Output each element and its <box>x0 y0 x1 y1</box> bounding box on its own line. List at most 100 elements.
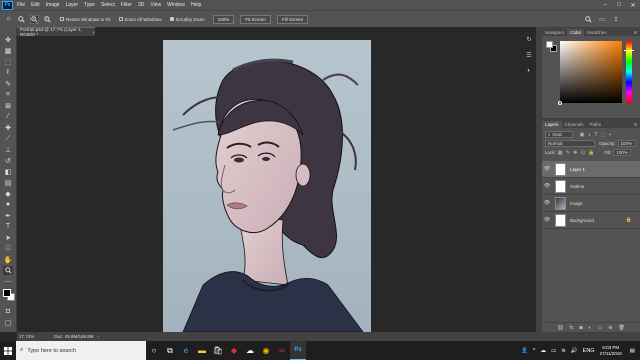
workspace-icon[interactable]: ▭ <box>598 15 606 23</box>
volume-icon[interactable]: 🔊 <box>571 348 578 354</box>
lasso-tool-icon[interactable]: ℓ <box>3 68 13 77</box>
zoom-tool-icon[interactable] <box>17 15 26 24</box>
filter-smart-icon[interactable]: ▪ <box>607 132 613 138</box>
move-tool-icon[interactable]: ✥ <box>3 35 13 44</box>
adjustments-panel-icon[interactable]: ◐ <box>524 66 534 76</box>
canvas-area[interactable] <box>17 36 536 332</box>
new-group-icon[interactable]: ▭ <box>598 325 603 331</box>
menu-type[interactable]: Type <box>84 2 95 8</box>
scrubby-zoom-checkbox[interactable]: Scrubby Zoom <box>169 17 205 22</box>
zoom-100-button[interactable]: 100% <box>212 14 235 24</box>
clone-stamp-tool-icon[interactable]: ⊥ <box>3 145 13 154</box>
history-panel-icon[interactable]: ↻ <box>524 34 534 44</box>
opacity-field[interactable]: 100% <box>617 140 636 147</box>
file-explorer-icon[interactable]: ▬ <box>194 341 210 360</box>
language-indicator[interactable]: ENG <box>583 348 595 354</box>
quick-mask-icon[interactable]: ◘ <box>3 307 13 316</box>
tab-channels[interactable]: Channels <box>562 121 587 128</box>
wifi-icon[interactable]: ≋ <box>561 348 566 354</box>
menu-3d[interactable]: 3D <box>138 2 144 8</box>
add-mask-icon[interactable]: ◙ <box>579 325 582 331</box>
zoom-in-icon[interactable] <box>30 14 39 24</box>
tab-layers[interactable]: Layers <box>542 121 562 128</box>
store-icon[interactable]: 🛍 <box>210 341 226 360</box>
zoom-out-icon[interactable] <box>43 15 52 24</box>
hue-slider-handle[interactable] <box>624 50 634 52</box>
layer-row-background[interactable]: 👁 Background 🔒 <box>542 212 640 229</box>
visibility-eye-icon[interactable]: 👁 <box>542 166 552 172</box>
menu-edit[interactable]: Edit <box>31 2 40 8</box>
menu-view[interactable]: View <box>150 2 161 8</box>
layers-menu-icon[interactable]: ≡ <box>634 122 640 128</box>
close-button[interactable]: ✕ <box>626 0 640 10</box>
color-picker-cursor[interactable] <box>558 101 562 105</box>
chrome-icon[interactable]: ◉ <box>258 341 274 360</box>
path-selection-tool-icon[interactable]: ➤ <box>3 233 13 242</box>
visibility-eye-icon[interactable]: 👁 <box>542 217 552 223</box>
fill-field[interactable]: 100% <box>613 149 632 156</box>
share-icon[interactable]: ⇪ <box>612 15 620 23</box>
status-arrow-icon[interactable]: › <box>98 334 100 339</box>
fit-screen-button[interactable]: Fit Screen <box>240 14 271 24</box>
properties-panel-icon[interactable]: ☰ <box>524 50 534 60</box>
rectangle-tool-icon[interactable]: □ <box>3 244 13 253</box>
hand-tool-icon[interactable]: ✋ <box>3 255 13 264</box>
eyedropper-tool-icon[interactable]: ⁄ <box>3 112 13 121</box>
blur-tool-icon[interactable]: ◆ <box>3 189 13 198</box>
cortana-icon[interactable]: ○ <box>146 341 162 360</box>
home-icon[interactable]: ⌂ <box>4 15 13 24</box>
filter-type-icon[interactable]: T <box>593 132 599 138</box>
color-picker-field[interactable] <box>558 41 622 105</box>
menu-file[interactable]: File <box>17 2 25 8</box>
lock-position-icon[interactable]: ✥ <box>573 150 577 156</box>
pen-tool-icon[interactable]: ✒ <box>3 211 13 220</box>
quick-select-tool-icon[interactable]: ✎ <box>3 79 13 88</box>
healing-brush-tool-icon[interactable]: ✚ <box>3 123 13 132</box>
history-brush-tool-icon[interactable]: ↺ <box>3 156 13 165</box>
more-tools-icon[interactable]: ⋯ <box>3 277 13 286</box>
maximize-button[interactable]: □ <box>612 0 626 10</box>
visibility-eye-icon[interactable]: 👁 <box>542 200 552 206</box>
menu-help[interactable]: Help <box>191 2 201 8</box>
edge-browser-icon[interactable]: e <box>178 341 194 360</box>
layer-style-icon[interactable]: fx <box>570 325 574 331</box>
notifications-icon[interactable]: ▤ <box>630 348 635 354</box>
close-tab-icon[interactable]: × <box>92 30 95 35</box>
fill-screen-button[interactable]: Fill Screen <box>276 14 309 24</box>
menu-filter[interactable]: Filter <box>121 2 132 8</box>
tab-swatches[interactable]: Swatches <box>584 29 610 36</box>
eraser-tool-icon[interactable]: ◧ <box>3 167 13 176</box>
filter-pixel-icon[interactable]: ▣ <box>579 132 585 138</box>
menu-window[interactable]: Window <box>167 2 185 8</box>
windows-start-icon[interactable] <box>0 341 16 360</box>
lock-all-icon[interactable]: 🔒 <box>588 150 594 156</box>
lock-transparent-icon[interactable]: ▦ <box>558 150 563 156</box>
tray-arrow-icon[interactable]: ^ <box>533 348 536 354</box>
zoom-all-windows-checkbox[interactable]: Zoom All Windows <box>118 17 162 22</box>
menu-image[interactable]: Image <box>46 2 60 8</box>
adjustment-layer-icon[interactable]: ◐ <box>588 325 591 331</box>
battery-icon[interactable]: ▭ <box>551 348 556 354</box>
document-tab[interactable]: Portrait.psd @ 17.7% (Layer 1, RGB/8) * … <box>17 27 95 37</box>
minimize-button[interactable]: – <box>598 0 612 10</box>
lock-paint-icon[interactable]: ✎ <box>566 150 570 156</box>
gradient-tool-icon[interactable]: ▤ <box>3 178 13 187</box>
app-icon-cloud[interactable]: ☁ <box>242 341 258 360</box>
menu-layer[interactable]: Layer <box>66 2 79 8</box>
artboard-tool-icon[interactable]: ▦ <box>3 46 13 55</box>
clock[interactable]: 6:03 PM 27/11/2019 <box>600 345 622 357</box>
resize-windows-checkbox[interactable]: Resize Windows to Fit <box>60 17 111 22</box>
dodge-tool-icon[interactable]: ● <box>3 200 13 209</box>
search-icon[interactable] <box>584 15 592 23</box>
visibility-eye-icon[interactable]: 👁 <box>542 183 552 189</box>
marquee-tool-icon[interactable]: ⬚ <box>3 57 13 66</box>
foreground-color-swatch[interactable] <box>3 289 11 297</box>
crop-tool-icon[interactable]: ⌗ <box>3 90 13 99</box>
layer-row-layer-1[interactable]: 👁 Layer 1 <box>542 161 640 178</box>
blend-mode-dropdown[interactable]: Normal <box>545 140 595 147</box>
delete-layer-icon[interactable]: 🗑 <box>618 325 624 331</box>
filter-adjustment-icon[interactable]: ◑ <box>586 132 592 138</box>
screen-mode-icon[interactable]: ▢ <box>3 318 13 327</box>
filter-kind-dropdown[interactable]: ⌕ Kind <box>545 131 573 138</box>
creative-cloud-icon[interactable]: ∞ <box>274 341 290 360</box>
